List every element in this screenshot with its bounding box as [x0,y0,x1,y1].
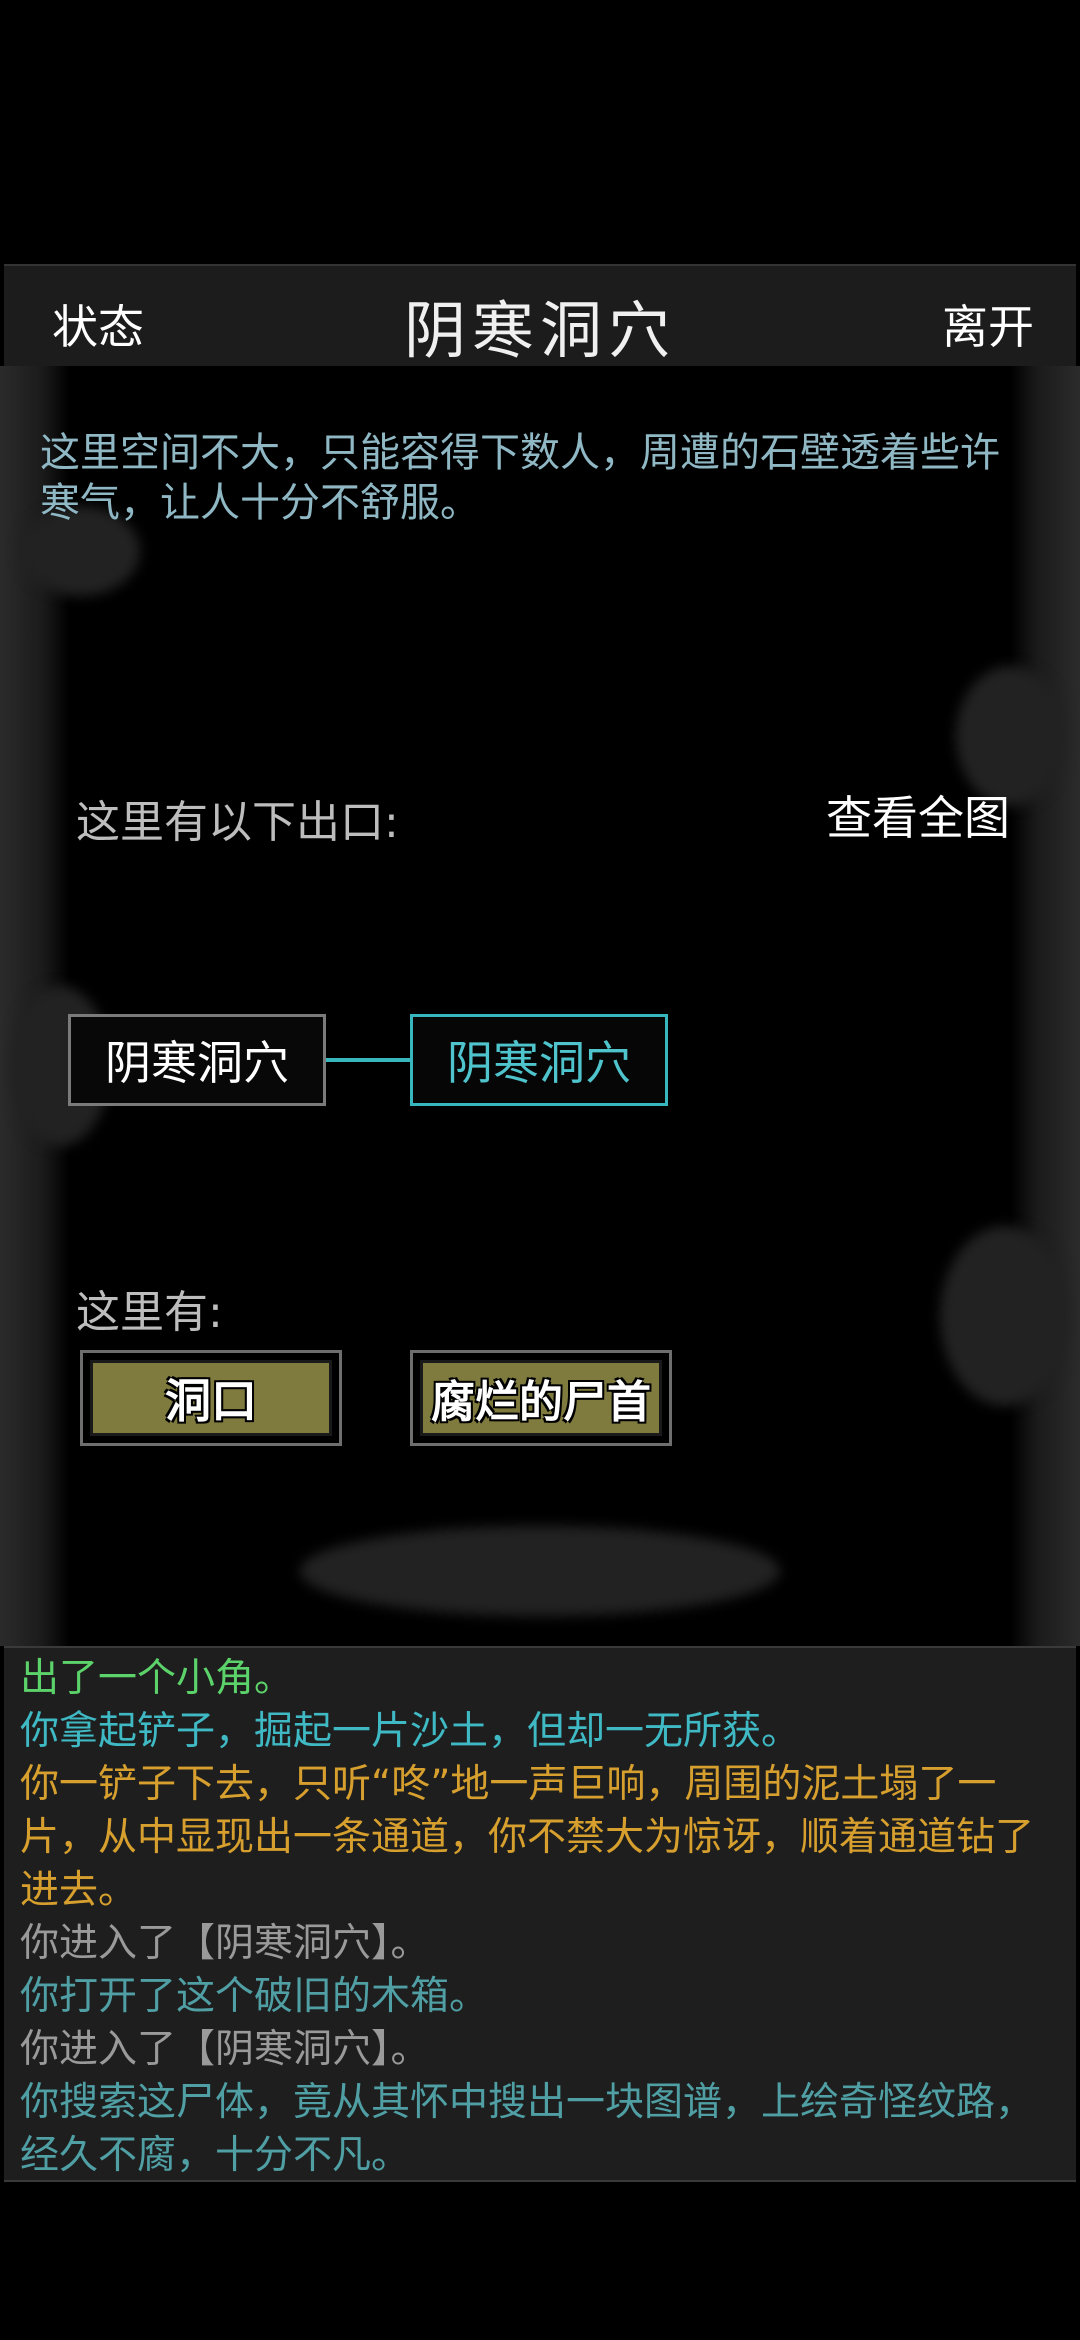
message-log[interactable]: 出了一个小角。 你拿起铲子，掘起一片沙土，但却一无所获。 你一铲子下去，只听“咚… [4,1646,1076,2182]
log-line: 出了一个小角。 [20,1656,294,1701]
map-connector [326,1058,410,1062]
mist-border-right [1010,366,1080,1646]
header-bar: 状态 阴寒洞穴 离开 [4,264,1076,368]
object-label: 腐烂的尸首 [420,1360,662,1436]
exit-room-button[interactable]: 阴寒洞穴 [68,1014,326,1106]
log-line: 你拿起铲子，掘起一片沙土，但却一无所获。 [20,1709,801,1754]
object-cave-entrance-button[interactable]: 洞口 [80,1350,342,1446]
log-line: 你打开了这个破旧的木箱。 [20,1974,489,2019]
mist-decoration [940,1226,1070,1406]
location-title: 阴寒洞穴 [403,294,676,367]
view-full-map-button[interactable]: 查看全图 [826,782,1010,848]
log-line: 你搜索这尸体，竟从其怀中搜出一块图谱，上绘奇怪纹路，经久不腐，十分不凡。 [20,2080,1035,2178]
object-rotten-corpse-button[interactable]: 腐烂的尸首 [410,1350,672,1446]
location-description: 这里空间不大，只能容得下数人，周遭的石壁透着些许寒气，让人十分不舒服。 [40,430,1000,526]
log-line: 你进入了【阴寒洞穴】。 [20,2027,430,2072]
object-label: 洞口 [90,1360,332,1436]
log-line: 你进入了【阴寒洞穴】。 [20,1921,430,1966]
log-line: 你一铲子下去，只听“咚”地一声巨响，周围的泥土塌了一片，从中显现出一条通道，你不… [20,1762,1035,1913]
objects-label: 这里有: [76,1287,223,1338]
leave-button[interactable]: 离开 [942,291,1034,357]
exits-label: 这里有以下出口: [76,797,399,848]
mist-decoration [300,1526,780,1616]
current-room-button[interactable]: 阴寒洞穴 [410,1014,668,1106]
scene-panel: 这里空间不大，只能容得下数人，周遭的石壁透着些许寒气，让人十分不舒服。 这里有以… [0,366,1080,1646]
